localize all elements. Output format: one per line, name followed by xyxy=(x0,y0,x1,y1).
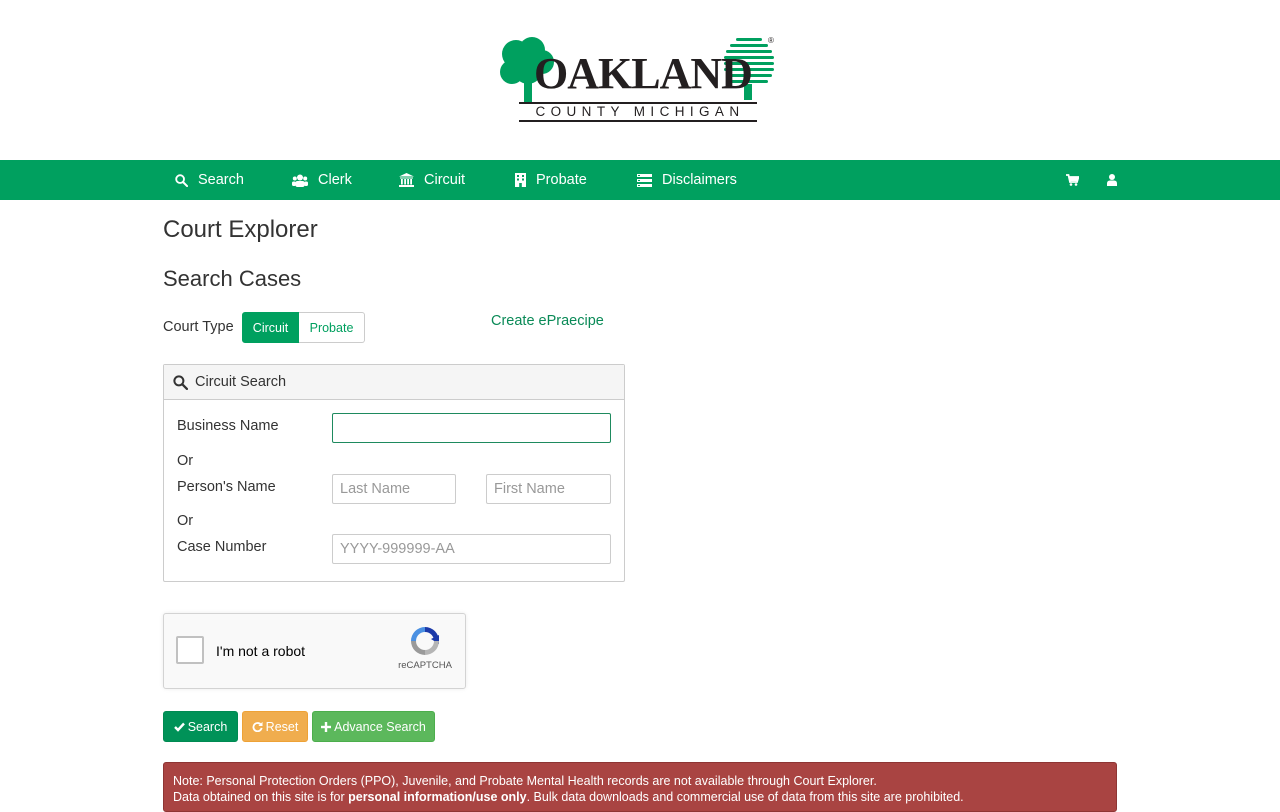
court-type-circuit-button[interactable]: Circuit xyxy=(242,312,299,343)
create-epraecipe-link[interactable]: Create ePraecipe xyxy=(491,313,604,329)
reset-button-label: Reset xyxy=(265,719,299,734)
nav-probate-label: Probate xyxy=(536,172,587,188)
recaptcha-widget: I'm not a robot reCAPTCHA xyxy=(163,613,466,689)
nav-search[interactable]: Search xyxy=(175,160,244,200)
page-title: Court Explorer xyxy=(163,216,318,243)
recaptcha-checkbox[interactable] xyxy=(176,636,204,664)
header: ® OAKLAND COUNTY MICHIGAN xyxy=(0,0,1280,160)
refresh-icon xyxy=(252,721,263,732)
logo-text: OAKLAND xyxy=(534,49,753,98)
advance-search-button[interactable]: Advance Search xyxy=(312,711,435,742)
or-label-1: Or xyxy=(177,453,194,469)
alert-line-2-suffix: . Bulk data downloads and commercial use… xyxy=(526,790,964,804)
oakland-county-logo[interactable]: ® OAKLAND COUNTY MICHIGAN xyxy=(500,36,778,124)
nav-disclaimers-label: Disclaimers xyxy=(662,172,737,188)
user-button[interactable] xyxy=(1107,160,1117,200)
case-number-input[interactable] xyxy=(332,534,611,564)
search-icon xyxy=(175,173,188,187)
business-name-label: Business Name xyxy=(177,418,279,434)
reset-button[interactable]: Reset xyxy=(242,711,308,742)
registered-mark: ® xyxy=(768,36,774,45)
nav-disclaimers[interactable]: Disclaimers xyxy=(637,160,737,200)
nav-search-label: Search xyxy=(198,172,244,188)
court-type-probate-button[interactable]: Probate xyxy=(299,312,365,343)
search-button[interactable]: Search xyxy=(163,711,238,742)
users-icon xyxy=(292,174,308,187)
check-icon xyxy=(173,722,185,732)
recaptcha-label: I'm not a robot xyxy=(216,643,306,659)
business-name-input[interactable] xyxy=(332,413,611,443)
list-icon xyxy=(637,173,652,187)
plus-icon xyxy=(321,721,332,732)
case-number-label: Case Number xyxy=(177,539,267,555)
panel-header: Circuit Search xyxy=(164,365,624,400)
search-button-label: Search xyxy=(187,719,228,734)
panel-title: Circuit Search xyxy=(195,374,287,390)
alert-line-1: Note: Personal Protection Orders (PPO), … xyxy=(173,774,877,788)
alert-line-2-bold: personal information/use only xyxy=(348,790,527,804)
notice-alert: Note: Personal Protection Orders (PPO), … xyxy=(163,762,1117,812)
courthouse-icon xyxy=(399,173,414,187)
recaptcha-logo-icon xyxy=(411,627,439,655)
cart-icon xyxy=(1066,174,1079,186)
court-type-label: Court Type xyxy=(163,319,234,335)
court-type-toggle: Circuit Probate xyxy=(242,312,365,343)
main-navbar: Search Clerk Circuit Probate Disclaimers xyxy=(0,160,1280,200)
alert-line-2: Data obtained on this site is for person… xyxy=(173,789,1107,805)
user-icon xyxy=(1107,174,1117,186)
alert-line-2-prefix: Data obtained on this site is for xyxy=(173,790,349,804)
advance-search-button-label: Advance Search xyxy=(334,719,426,734)
persons-name-label: Person's Name xyxy=(177,479,276,495)
first-name-input[interactable] xyxy=(486,474,611,504)
building-icon xyxy=(515,173,526,187)
search-icon xyxy=(173,374,188,390)
logo-subtitle: COUNTY MICHIGAN xyxy=(519,102,757,122)
last-name-input[interactable] xyxy=(332,474,456,504)
nav-clerk[interactable]: Clerk xyxy=(292,160,352,200)
cart-button[interactable] xyxy=(1066,160,1079,200)
recaptcha-brand: reCAPTCHA xyxy=(398,660,452,671)
section-title: Search Cases xyxy=(163,266,302,291)
nav-circuit-label: Circuit xyxy=(424,172,466,188)
nav-probate[interactable]: Probate xyxy=(515,160,587,200)
nav-circuit[interactable]: Circuit xyxy=(399,160,465,200)
or-label-2: Or xyxy=(177,513,194,529)
nav-clerk-label: Clerk xyxy=(318,172,352,188)
